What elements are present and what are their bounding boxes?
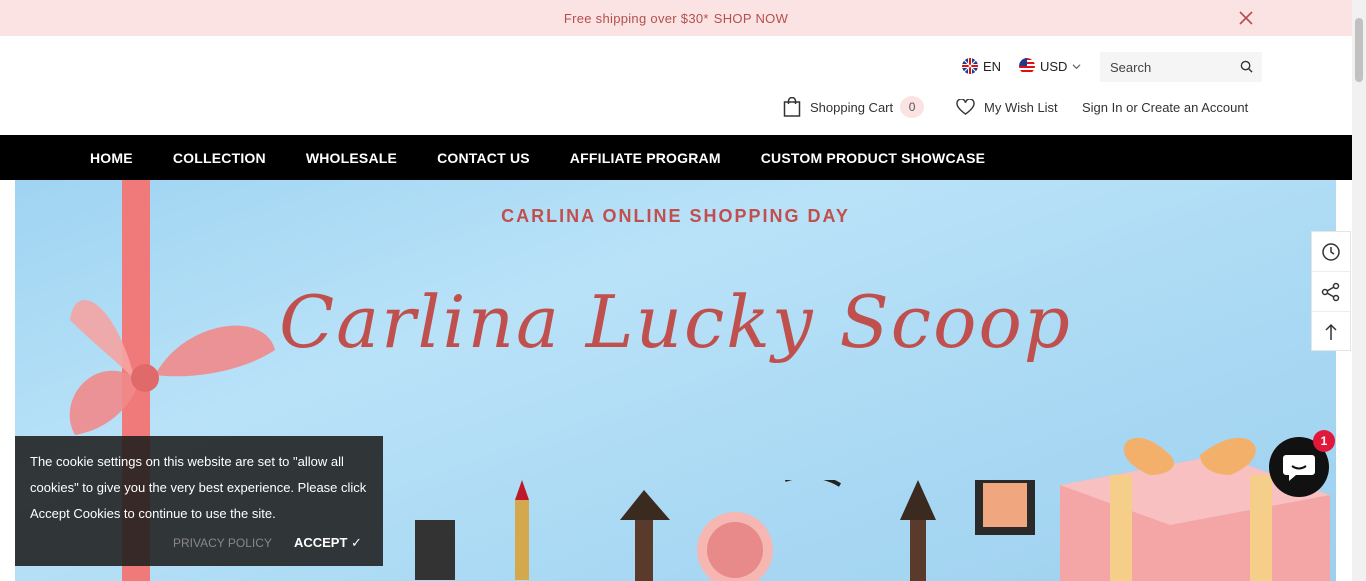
nav-collection[interactable]: COLLECTION: [173, 150, 266, 166]
heart-icon: [956, 99, 975, 115]
close-icon[interactable]: [1238, 10, 1254, 26]
currency-selector[interactable]: USD: [1019, 58, 1081, 74]
wishlist-link[interactable]: My Wish List: [956, 99, 1058, 116]
history-icon: [1322, 242, 1340, 261]
language-label: EN: [983, 58, 1002, 74]
cookie-message: The cookie settings on this website are …: [30, 454, 367, 521]
announcement-text: Free shipping over $30*: [563, 10, 709, 26]
nav-wholesale[interactable]: WHOLESALE: [306, 150, 397, 166]
arrow-up-icon: [1325, 323, 1337, 340]
chat-button[interactable]: 1: [1269, 430, 1335, 497]
wishlist-label: My Wish List: [984, 100, 1058, 115]
cookie-banner: The cookie settings on this website are …: [15, 436, 383, 566]
signin-link[interactable]: Sign In or Create an Account: [1082, 100, 1248, 115]
accept-cookies-button[interactable]: ACCEPT ✓: [294, 535, 362, 551]
nav-custom-product-showcase[interactable]: CUSTOM PRODUCT SHOWCASE: [761, 150, 985, 166]
hero-subtitle: CARLINA ONLINE SHOPPING DAY: [501, 206, 850, 226]
site-header: EN USD Shopping Cart 0 My Wish List Sign…: [0, 36, 1352, 135]
search-icon[interactable]: [1240, 60, 1253, 73]
currency-label: USD: [1040, 58, 1068, 74]
shopping-cart-link[interactable]: Shopping Cart 0: [783, 96, 925, 118]
recently-viewed-button[interactable]: [1312, 232, 1350, 272]
us-flag-icon: [1019, 58, 1035, 74]
floating-tools: [1311, 231, 1351, 351]
share-icon: [1321, 282, 1340, 301]
nav-contact-us[interactable]: CONTACT US: [437, 150, 530, 166]
announcement-bar: Free shipping over $30* SHOP NOW: [0, 0, 1352, 36]
privacy-policy-link[interactable]: PRIVACY POLICY: [173, 536, 272, 550]
main-nav: HOME COLLECTION WHOLESALE CONTACT US AFF…: [0, 135, 1352, 180]
search-input[interactable]: [1100, 53, 1230, 81]
scrollbar[interactable]: [1352, 0, 1366, 581]
uk-flag-icon: [962, 58, 978, 74]
nav-home[interactable]: HOME: [90, 150, 133, 166]
language-selector[interactable]: EN: [962, 58, 1001, 74]
search-box: [1100, 52, 1262, 82]
scrollbar-thumb[interactable]: [1355, 18, 1363, 82]
nav-affiliate-program[interactable]: AFFILIATE PROGRAM: [570, 150, 721, 166]
cart-label: Shopping Cart: [810, 99, 894, 115]
makeup-products-illustration: [415, 480, 1035, 581]
chat-notification-badge: 1: [1313, 430, 1335, 452]
shop-now-link[interactable]: SHOP NOW: [714, 11, 788, 26]
cart-count-badge: 0: [900, 96, 925, 118]
share-button[interactable]: [1312, 272, 1350, 312]
chat-bubble-icon: [1283, 455, 1315, 481]
back-to-top-button[interactable]: [1312, 312, 1350, 352]
shopping-bag-icon: [783, 97, 801, 117]
chevron-down-icon: [1072, 63, 1081, 69]
hero-title: Carlina Lucky Scoop: [279, 280, 1072, 364]
accept-label: ACCEPT: [293, 535, 348, 550]
